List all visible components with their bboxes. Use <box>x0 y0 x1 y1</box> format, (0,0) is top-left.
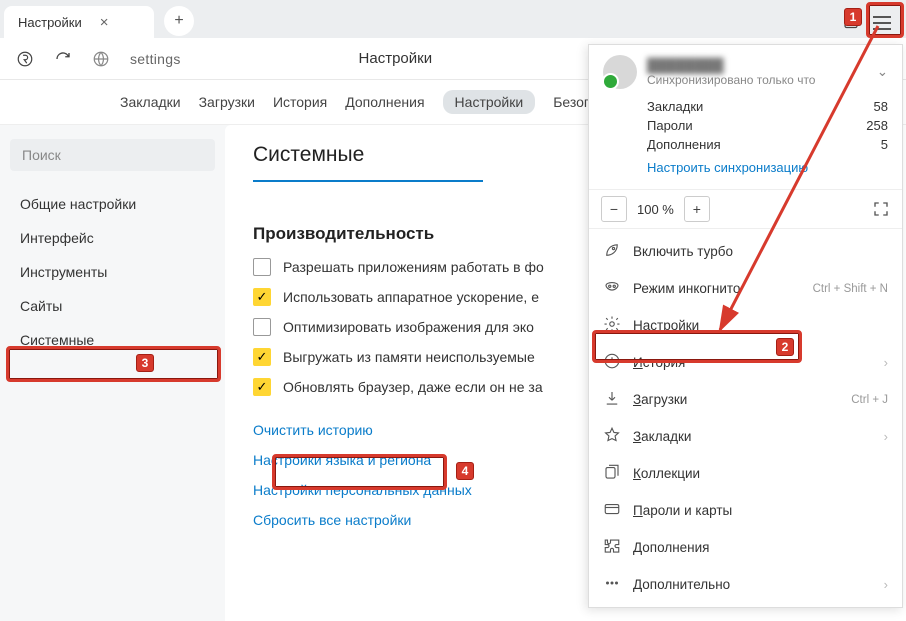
menu-item-star[interactable]: Закладки› <box>589 418 902 455</box>
puzzle-icon <box>603 537 621 558</box>
sync-username: ████████ <box>647 58 815 73</box>
browser-tab[interactable]: Настройки × <box>4 6 154 38</box>
zoom-row: − 100 % + <box>589 189 902 229</box>
menu-item-label: История <box>633 355 685 370</box>
sidebar: Поиск Общие настройки Интерфейс Инструме… <box>0 125 225 621</box>
nav-bookmarks[interactable]: Закладки <box>120 94 181 110</box>
callout-2: 2 <box>776 338 794 356</box>
sync-header[interactable]: ████████ Синхронизировано только что ⌄ <box>603 55 888 89</box>
check-label: Оптимизировать изображения для эко <box>283 319 534 335</box>
page-title: Настройки <box>359 50 433 67</box>
checkbox-icon[interactable]: ✓ <box>253 348 271 366</box>
callout-3: 3 <box>136 354 154 372</box>
menu-item-label: Включить турбо <box>633 244 733 259</box>
stat-addons: Дополнения5 <box>647 135 888 154</box>
chevron-down-icon[interactable]: ⌄ <box>877 64 888 80</box>
collection-icon <box>603 463 621 484</box>
more-icon <box>603 574 621 595</box>
menu-item-label: Коллекции <box>633 466 700 481</box>
zoom-in-button[interactable]: + <box>684 196 710 222</box>
menu-item-label: Загрузки <box>633 392 687 407</box>
site-icon <box>92 50 110 68</box>
check-label: Использовать аппаратное ускорение, е <box>283 289 539 305</box>
zoom-percent: 100 % <box>631 202 680 217</box>
callout-4: 4 <box>456 462 474 480</box>
sidebar-item-interface[interactable]: Интерфейс <box>10 221 215 255</box>
yandex-logo-icon[interactable] <box>16 50 34 68</box>
zoom-out-button[interactable]: − <box>601 196 627 222</box>
nav-addons[interactable]: Дополнения <box>345 94 424 110</box>
sidebar-item-system[interactable]: Системные <box>10 323 215 357</box>
menu-item-label: Дополнительно <box>633 577 730 592</box>
checkbox-icon[interactable] <box>253 258 271 276</box>
reload-icon[interactable] <box>54 50 72 68</box>
sidebar-item-general[interactable]: Общие настройки <box>10 187 215 221</box>
main-menu-panel: ████████ Синхронизировано только что ⌄ З… <box>588 44 903 608</box>
sidebar-item-tools[interactable]: Инструменты <box>10 255 215 289</box>
gear-icon <box>603 315 621 336</box>
checkbox-icon[interactable]: ✓ <box>253 378 271 396</box>
new-tab-button[interactable]: + <box>164 6 194 36</box>
callout-1: 1 <box>844 8 862 26</box>
stat-passwords: Пароли258 <box>647 116 888 135</box>
tab-title: Настройки <box>18 15 82 30</box>
menu-item-gear[interactable]: Настройки <box>589 307 902 344</box>
menu-item-more[interactable]: Дополнительно› <box>589 566 902 603</box>
menu-item-card[interactable]: Пароли и карты <box>589 492 902 529</box>
check-label: Разрешать приложениям работать в фо <box>283 259 544 275</box>
menu-item-label: Пароли и карты <box>633 503 732 518</box>
nav-history[interactable]: История <box>273 94 327 110</box>
rocket-icon <box>603 241 621 262</box>
mask-icon <box>603 278 621 299</box>
nav-downloads[interactable]: Загрузки <box>199 94 255 110</box>
card-icon <box>603 500 621 521</box>
stat-bookmarks: Закладки58 <box>647 97 888 116</box>
avatar-icon <box>603 55 637 89</box>
close-tab-icon[interactable]: × <box>100 14 109 31</box>
cert-link[interactable]: Управление сертификатами <box>253 173 483 183</box>
menu-item-label: Дополнения <box>633 540 709 555</box>
clock-icon <box>603 352 621 373</box>
star-icon <box>603 426 621 447</box>
check-label: Обновлять браузер, даже если он не за <box>283 379 543 395</box>
address-text[interactable]: settings <box>130 51 181 67</box>
sidebar-item-sites[interactable]: Сайты <box>10 289 215 323</box>
menu-item-mask[interactable]: Режим инкогнитоCtrl + Shift + N <box>589 270 902 307</box>
nav-settings[interactable]: Настройки <box>443 90 536 114</box>
menu-button[interactable] <box>866 8 898 38</box>
search-input[interactable]: Поиск <box>10 139 215 171</box>
menu-item-download[interactable]: ЗагрузкиCtrl + J <box>589 381 902 418</box>
checkbox-icon[interactable]: ✓ <box>253 288 271 306</box>
fullscreen-icon[interactable] <box>872 200 890 218</box>
download-icon <box>603 389 621 410</box>
configure-sync-link[interactable]: Настроить синхронизацию <box>603 160 888 175</box>
menu-item-label: Режим инкогнито <box>633 281 740 296</box>
menu-item-clock[interactable]: История› <box>589 344 902 381</box>
menu-item-puzzle[interactable]: Дополнения <box>589 529 902 566</box>
menu-item-label: Закладки <box>633 429 691 444</box>
menu-item-rocket[interactable]: Включить турбо <box>589 233 902 270</box>
menu-item-label: Настройки <box>633 318 699 333</box>
tab-strip: Настройки × + <box>0 0 906 38</box>
sync-status: Синхронизировано только что <box>647 73 815 87</box>
check-label: Выгружать из памяти неиспользуемые <box>283 349 535 365</box>
menu-item-collection[interactable]: Коллекции <box>589 455 902 492</box>
checkbox-icon[interactable] <box>253 318 271 336</box>
